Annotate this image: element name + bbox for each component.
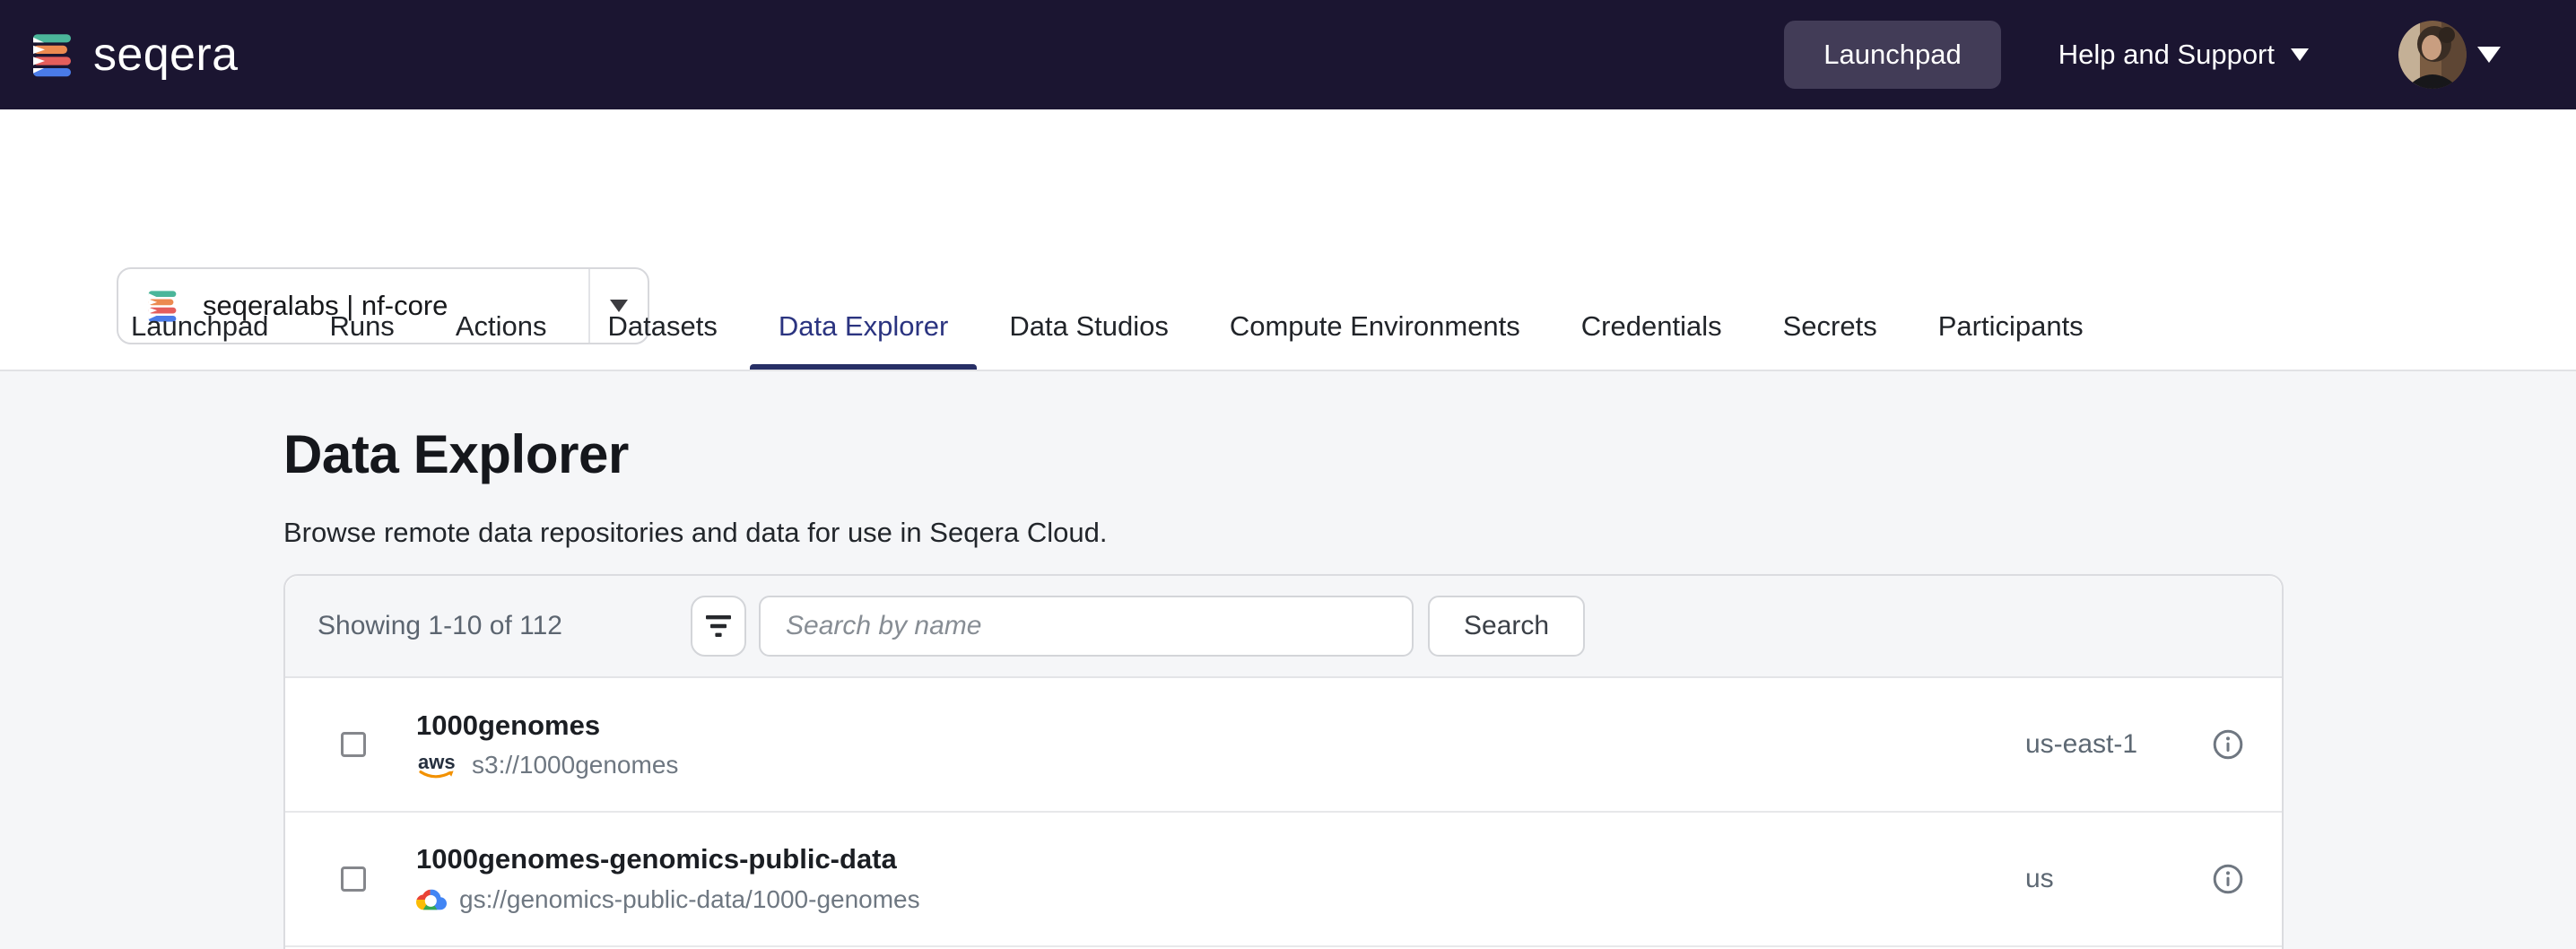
row-checkbox[interactable] xyxy=(341,732,366,757)
region-label: us-east-1 xyxy=(2025,729,2212,760)
search-button[interactable]: Search xyxy=(1428,596,1585,657)
bucket-uri-line: aws s3://1000genomes xyxy=(416,751,2025,779)
chevron-down-icon xyxy=(2477,47,2501,63)
filter-list-icon xyxy=(704,614,733,639)
filter-button[interactable] xyxy=(691,596,746,657)
help-and-support-menu[interactable]: Help and Support xyxy=(2058,39,2309,71)
tab-compute-environments[interactable]: Compute Environments xyxy=(1230,310,1520,370)
table-row[interactable]: 1000genomes-genomics-public-data xyxy=(285,813,2282,947)
google-cloud-icon xyxy=(416,884,447,915)
tab-actions[interactable]: Actions xyxy=(456,310,547,370)
data-explorer-panel: Showing 1-10 of 112 Search 1000genomes a… xyxy=(283,574,2284,949)
brand-name: seqera xyxy=(93,28,238,82)
tab-credentials[interactable]: Credentials xyxy=(1581,310,1722,370)
workspace-header: seqeralabs | nf-core Launchpad Runs Acti… xyxy=(0,109,2576,371)
page-subtitle: Browse remote data repositories and data… xyxy=(283,517,1107,549)
tab-participants[interactable]: Participants xyxy=(1938,310,2084,370)
workspace-tabs: Launchpad Runs Actions Datasets Data Exp… xyxy=(131,310,2084,370)
row-main: 1000genomes-genomics-public-data xyxy=(416,843,2025,915)
tab-data-studios[interactable]: Data Studios xyxy=(1009,310,1169,370)
top-navbar: seqera Launchpad Help and Support xyxy=(0,0,2576,109)
aws-icon: aws xyxy=(416,751,459,779)
panel-toolbar: Showing 1-10 of 112 Search xyxy=(285,576,2282,678)
row-checkbox[interactable] xyxy=(341,866,366,892)
user-menu[interactable] xyxy=(2398,21,2501,89)
avatar xyxy=(2398,21,2467,89)
svg-text:aws: aws xyxy=(418,751,456,773)
bucket-uri-line: gs://genomics-public-data/1000-genomes xyxy=(416,884,2025,915)
info-button[interactable] xyxy=(2212,863,2244,895)
region-label: us xyxy=(2025,864,2212,894)
bucket-name[interactable]: 1000genomes xyxy=(416,710,2025,742)
info-icon xyxy=(2212,728,2244,761)
info-button[interactable] xyxy=(2212,728,2244,761)
launchpad-button[interactable]: Launchpad xyxy=(1784,21,2000,89)
tab-secrets[interactable]: Secrets xyxy=(1783,310,1877,370)
bucket-uri: gs://genomics-public-data/1000-genomes xyxy=(459,885,920,914)
help-and-support-label: Help and Support xyxy=(2058,39,2275,71)
bucket-uri: s3://1000genomes xyxy=(472,751,678,779)
tab-datasets[interactable]: Datasets xyxy=(607,310,717,370)
search-input[interactable] xyxy=(759,596,1414,657)
data-explorer-page: seqera Launchpad Help and Support xyxy=(0,0,2576,949)
tab-data-explorer[interactable]: Data Explorer xyxy=(779,310,949,370)
navbar-right: Launchpad Help and Support xyxy=(1784,21,2501,89)
seqera-brand[interactable]: seqera xyxy=(29,28,238,82)
page-title: Data Explorer xyxy=(283,423,629,485)
results-count: Showing 1-10 of 112 xyxy=(318,611,691,641)
info-icon xyxy=(2212,863,2244,895)
table-row[interactable]: 1000genomes aws s3://1000genomes us-east… xyxy=(285,678,2282,813)
row-main: 1000genomes aws s3://1000genomes xyxy=(416,710,2025,779)
tab-launchpad[interactable]: Launchpad xyxy=(131,310,268,370)
seqera-logo-icon xyxy=(29,31,75,78)
tab-runs[interactable]: Runs xyxy=(329,310,394,370)
chevron-down-icon xyxy=(2291,48,2309,61)
bucket-name[interactable]: 1000genomes-genomics-public-data xyxy=(416,843,2025,875)
